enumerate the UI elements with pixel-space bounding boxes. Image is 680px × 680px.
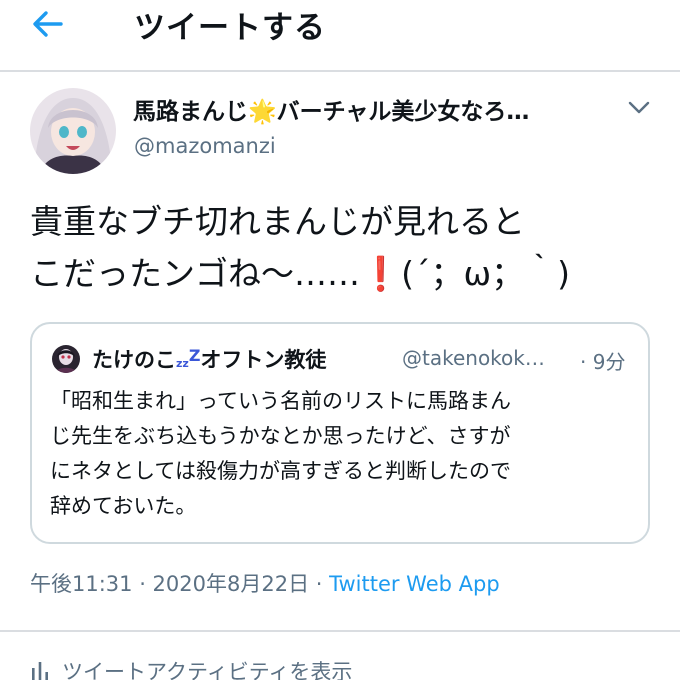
- tweet-text-line1: 貴重なブチ切れまんじが見れると: [30, 202, 525, 241]
- quoted-tweet-card[interactable]: たけのこzzZオフトン教徒 @takenokok… · 9分 「昭和生まれ」って…: [30, 322, 650, 544]
- quoted-display-name: たけのこzzZオフトン教徒: [92, 344, 326, 374]
- avatar[interactable]: [30, 88, 116, 174]
- quoted-name-part2: オフトン教徒: [200, 348, 327, 372]
- quoted-tweet-text: 「昭和生まれ」っていう名前のリストに馬路まん じ先生をぶち込もうかなとか思ったけ…: [50, 389, 511, 518]
- avatar-image: [30, 88, 116, 174]
- quoted-handle: @takenokok…: [402, 346, 545, 370]
- tweet-menu-button[interactable]: [622, 96, 656, 120]
- chevron-down-icon: [628, 101, 650, 114]
- tweet-timestamp[interactable]: 午後11:31 · 2020年8月22日 ·: [30, 572, 329, 596]
- header-divider: [0, 70, 680, 72]
- user-handle[interactable]: @mazomanzi: [134, 134, 276, 158]
- meta-divider: [0, 630, 680, 632]
- tweet-activity-link[interactable]: ツイートアクティビティを表示: [30, 656, 352, 680]
- sleep-z-small: zz: [176, 357, 189, 370]
- tweet-text-line2: こだったンゴね〜……: [30, 254, 360, 293]
- arrow-left-icon: [33, 11, 63, 37]
- page-title: ツイートする: [134, 10, 326, 46]
- quoted-timestamp: · 9分: [580, 350, 626, 374]
- sleep-z-large: Z: [188, 346, 201, 365]
- top-bar: ツイートする: [0, 0, 680, 50]
- quoted-avatar: [52, 345, 80, 373]
- quoted-name-part1: たけのこ: [92, 348, 176, 372]
- back-button[interactable]: [26, 6, 70, 42]
- source-app-link[interactable]: Twitter Web App: [329, 572, 500, 596]
- tweet-metadata: 午後11:31 · 2020年8月22日 · Twitter Web App: [30, 568, 500, 598]
- tweet-activity-label: ツイートアクティビティを表示: [62, 660, 353, 680]
- crying-face-emoticon: (´；ω；｀): [401, 254, 570, 293]
- display-name[interactable]: 馬路まんじ🌟バーチャル美少女なろ…: [133, 92, 603, 126]
- quoted-avatar-image: [52, 345, 80, 373]
- bar-chart-icon: [32, 662, 48, 680]
- tweet-text: 貴重なブチ切れまんじが見れると こだったンゴね〜……❗(´；ω；｀): [30, 196, 670, 300]
- exclamation-emoji: ❗: [360, 254, 402, 293]
